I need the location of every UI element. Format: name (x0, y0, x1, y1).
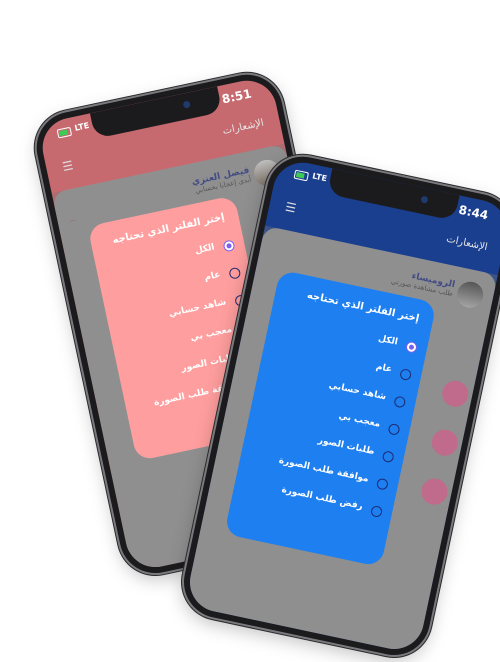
radio-selected[interactable] (222, 239, 236, 253)
network-label: LTE (311, 171, 328, 184)
radio[interactable] (381, 450, 395, 464)
clock: 8:44 (457, 202, 490, 223)
radio[interactable] (399, 368, 413, 382)
sheet-title: إختر الفلتر الذي تحتاجه (305, 289, 421, 325)
page-title: الإشعارات (221, 117, 265, 138)
page-title: الإشعارات (445, 233, 489, 254)
clock: 8:51 (220, 86, 253, 107)
radio[interactable] (370, 504, 384, 519)
sheet-title: إختر الفلتر الذي تحتاجه (111, 211, 226, 247)
battery-icon (56, 126, 73, 139)
radio[interactable] (393, 395, 407, 409)
radio[interactable] (387, 422, 401, 436)
camera-icon (420, 195, 429, 204)
battery-icon (293, 169, 310, 182)
filter-icon[interactable]: ☰ (284, 200, 297, 216)
filter-icon[interactable]: ☰ (61, 158, 74, 174)
network-label: LTE (73, 120, 91, 133)
radio[interactable] (228, 266, 242, 280)
radio-selected[interactable] (404, 340, 419, 354)
camera-icon (182, 100, 191, 109)
radio[interactable] (375, 477, 389, 491)
